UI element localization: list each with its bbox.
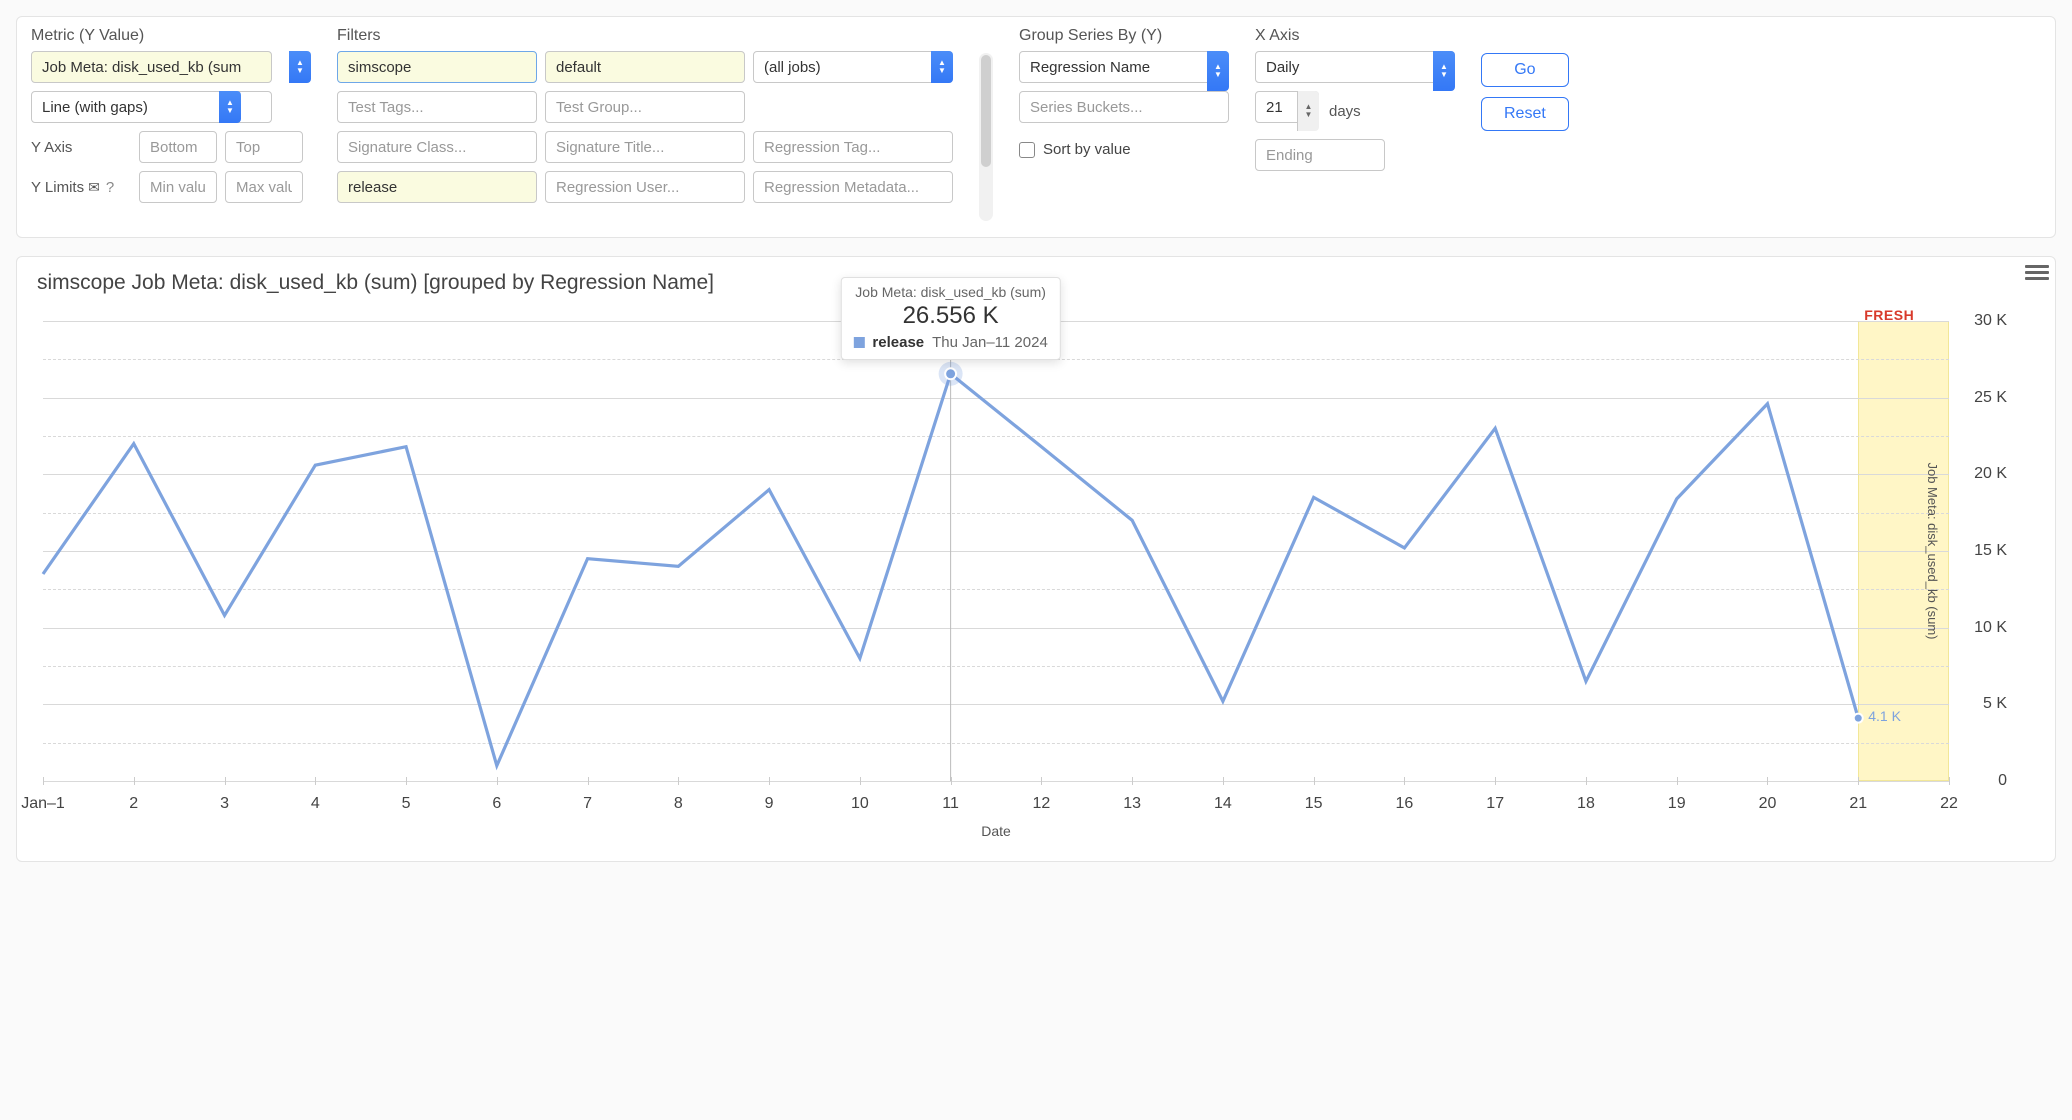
- dropdown-icon: ▲▼: [219, 91, 241, 123]
- last-value-label: 4.1 K: [1868, 708, 1901, 724]
- x-tick-label: 7: [583, 795, 592, 813]
- x-tick-label: 10: [851, 795, 869, 813]
- x-tick-label: 9: [765, 795, 774, 813]
- days-label: days: [1329, 103, 1361, 120]
- tooltip-date: Thu Jan–11 2024: [932, 334, 1048, 351]
- x-tick-label: 16: [1396, 795, 1414, 813]
- series-buckets-input[interactable]: [1019, 91, 1229, 123]
- x-tick-label: 21: [1849, 795, 1867, 813]
- tooltip-title: Job Meta: disk_used_kb (sum): [853, 284, 1047, 300]
- x-tick-label: 20: [1759, 795, 1777, 813]
- x-axis-title: Date: [981, 823, 1011, 839]
- last-point: [1854, 714, 1863, 723]
- filter-reg-tag-input[interactable]: [753, 131, 953, 163]
- x-tick-label: 5: [402, 795, 411, 813]
- chart-menu-icon[interactable]: [2025, 263, 2049, 281]
- y-tick-label: 10 K: [1974, 619, 2007, 637]
- x-tick-label: 19: [1668, 795, 1686, 813]
- y-tick-label: 20 K: [1974, 465, 2007, 483]
- xaxis-label: X Axis: [1255, 27, 1455, 45]
- chart-svg: [43, 321, 1949, 781]
- x-tick-label: 3: [220, 795, 229, 813]
- dropdown-icon: ▲▼: [1207, 51, 1229, 91]
- dropdown-icon: ▲▼: [289, 51, 311, 83]
- filter-sig-title-input[interactable]: [545, 131, 745, 163]
- controls-panel: Metric (Y Value) ▲▼ ▲▼ Y Axis: [16, 16, 2056, 238]
- filter-release-input[interactable]: [337, 171, 537, 203]
- reset-button[interactable]: Reset: [1481, 97, 1569, 131]
- yaxis-bottom-input[interactable]: [139, 131, 217, 163]
- go-button[interactable]: Go: [1481, 53, 1569, 87]
- ylimits-label: Y Limits✉?: [31, 179, 131, 196]
- tooltip-value: 26.556 K: [853, 302, 1047, 330]
- scrollbar-thumb[interactable]: [981, 55, 991, 167]
- filters-label: Filters: [337, 27, 953, 45]
- plot-area[interactable]: release FRESH05 K10 K15 K20 K25 K30 KJob…: [43, 321, 1949, 781]
- filter-branch-input[interactable]: [545, 51, 745, 83]
- ylimits-min-input[interactable]: [139, 171, 217, 203]
- y-tick-label: 25 K: [1974, 389, 2007, 407]
- grid-line: [43, 781, 1949, 782]
- x-tick-label: 14: [1214, 795, 1232, 813]
- group-section: Group Series By (Y) ▲▼ Sort by value: [1019, 27, 1229, 158]
- dropdown-icon: ▲▼: [1433, 51, 1455, 91]
- filter-test-tags-input[interactable]: [337, 91, 537, 123]
- filter-component-input[interactable]: [337, 51, 537, 83]
- x-tick-label: Jan–1: [21, 795, 65, 813]
- x-tick-label: 13: [1123, 795, 1141, 813]
- x-tick-label: 17: [1486, 795, 1504, 813]
- x-tick-label: 11: [942, 795, 959, 813]
- plot-wrap: release FRESH05 K10 K15 K20 K25 K30 KJob…: [31, 305, 2041, 845]
- dropdown-icon: ▲▼: [931, 51, 953, 83]
- chart-panel: simscope Job Meta: disk_used_kb (sum) [g…: [16, 256, 2056, 862]
- metric-select[interactable]: [31, 51, 272, 83]
- stepper-icon[interactable]: ▲▼: [1297, 91, 1319, 131]
- y-tick-label: 5 K: [1983, 695, 2007, 713]
- metric-section: Metric (Y Value) ▲▼ ▲▼ Y Axis: [31, 27, 311, 211]
- group-by-select[interactable]: [1019, 51, 1229, 83]
- yaxis-top-input[interactable]: [225, 131, 303, 163]
- filter-reg-meta-input[interactable]: [753, 171, 953, 203]
- sort-checkbox[interactable]: [1019, 142, 1035, 158]
- x-tick: [1949, 777, 1950, 785]
- filter-reg-user-input[interactable]: [545, 171, 745, 203]
- chart-tooltip: Job Meta: disk_used_kb (sum) 26.556 K rele…: [840, 277, 1060, 360]
- filters-scrollbar[interactable]: [979, 53, 993, 221]
- ending-input[interactable]: [1255, 139, 1385, 171]
- x-tick-label: 15: [1305, 795, 1323, 813]
- x-tick-label: 18: [1577, 795, 1595, 813]
- ylimits-max-input[interactable]: [225, 171, 303, 203]
- tooltip-series-icon: [853, 337, 864, 348]
- x-tick-label: 8: [674, 795, 683, 813]
- y-tick-label: 30 K: [1974, 312, 2007, 330]
- group-label: Group Series By (Y): [1019, 27, 1229, 45]
- hover-point: [945, 368, 956, 379]
- xaxis-section: X Axis ▲▼ ▲▼ days: [1255, 27, 1455, 179]
- sort-by-value-row[interactable]: Sort by value: [1019, 141, 1229, 158]
- tooltip-series: release: [872, 334, 924, 351]
- metric-label: Metric (Y Value): [31, 27, 311, 45]
- filter-jobs-select[interactable]: [753, 51, 953, 83]
- x-tick-label: 2: [129, 795, 138, 813]
- x-tick-label: 6: [492, 795, 501, 813]
- y-tick-label: 15 K: [1974, 542, 2007, 560]
- envelope-icon: ✉: [88, 179, 100, 195]
- x-tick-label: 12: [1032, 795, 1050, 813]
- help-icon[interactable]: ?: [106, 179, 114, 196]
- action-buttons: Go Reset: [1481, 53, 1569, 131]
- x-tick-label: 4: [311, 795, 320, 813]
- x-tick-label: 22: [1940, 795, 1958, 813]
- filter-test-group-input[interactable]: [545, 91, 745, 123]
- xaxis-select[interactable]: [1255, 51, 1455, 83]
- y-tick-label: 0: [1998, 772, 2007, 790]
- yaxis-label: Y Axis: [31, 139, 131, 156]
- sort-label: Sort by value: [1043, 141, 1131, 158]
- filter-sig-class-input[interactable]: [337, 131, 537, 163]
- filters-section: Filters ▲▼: [337, 27, 953, 203]
